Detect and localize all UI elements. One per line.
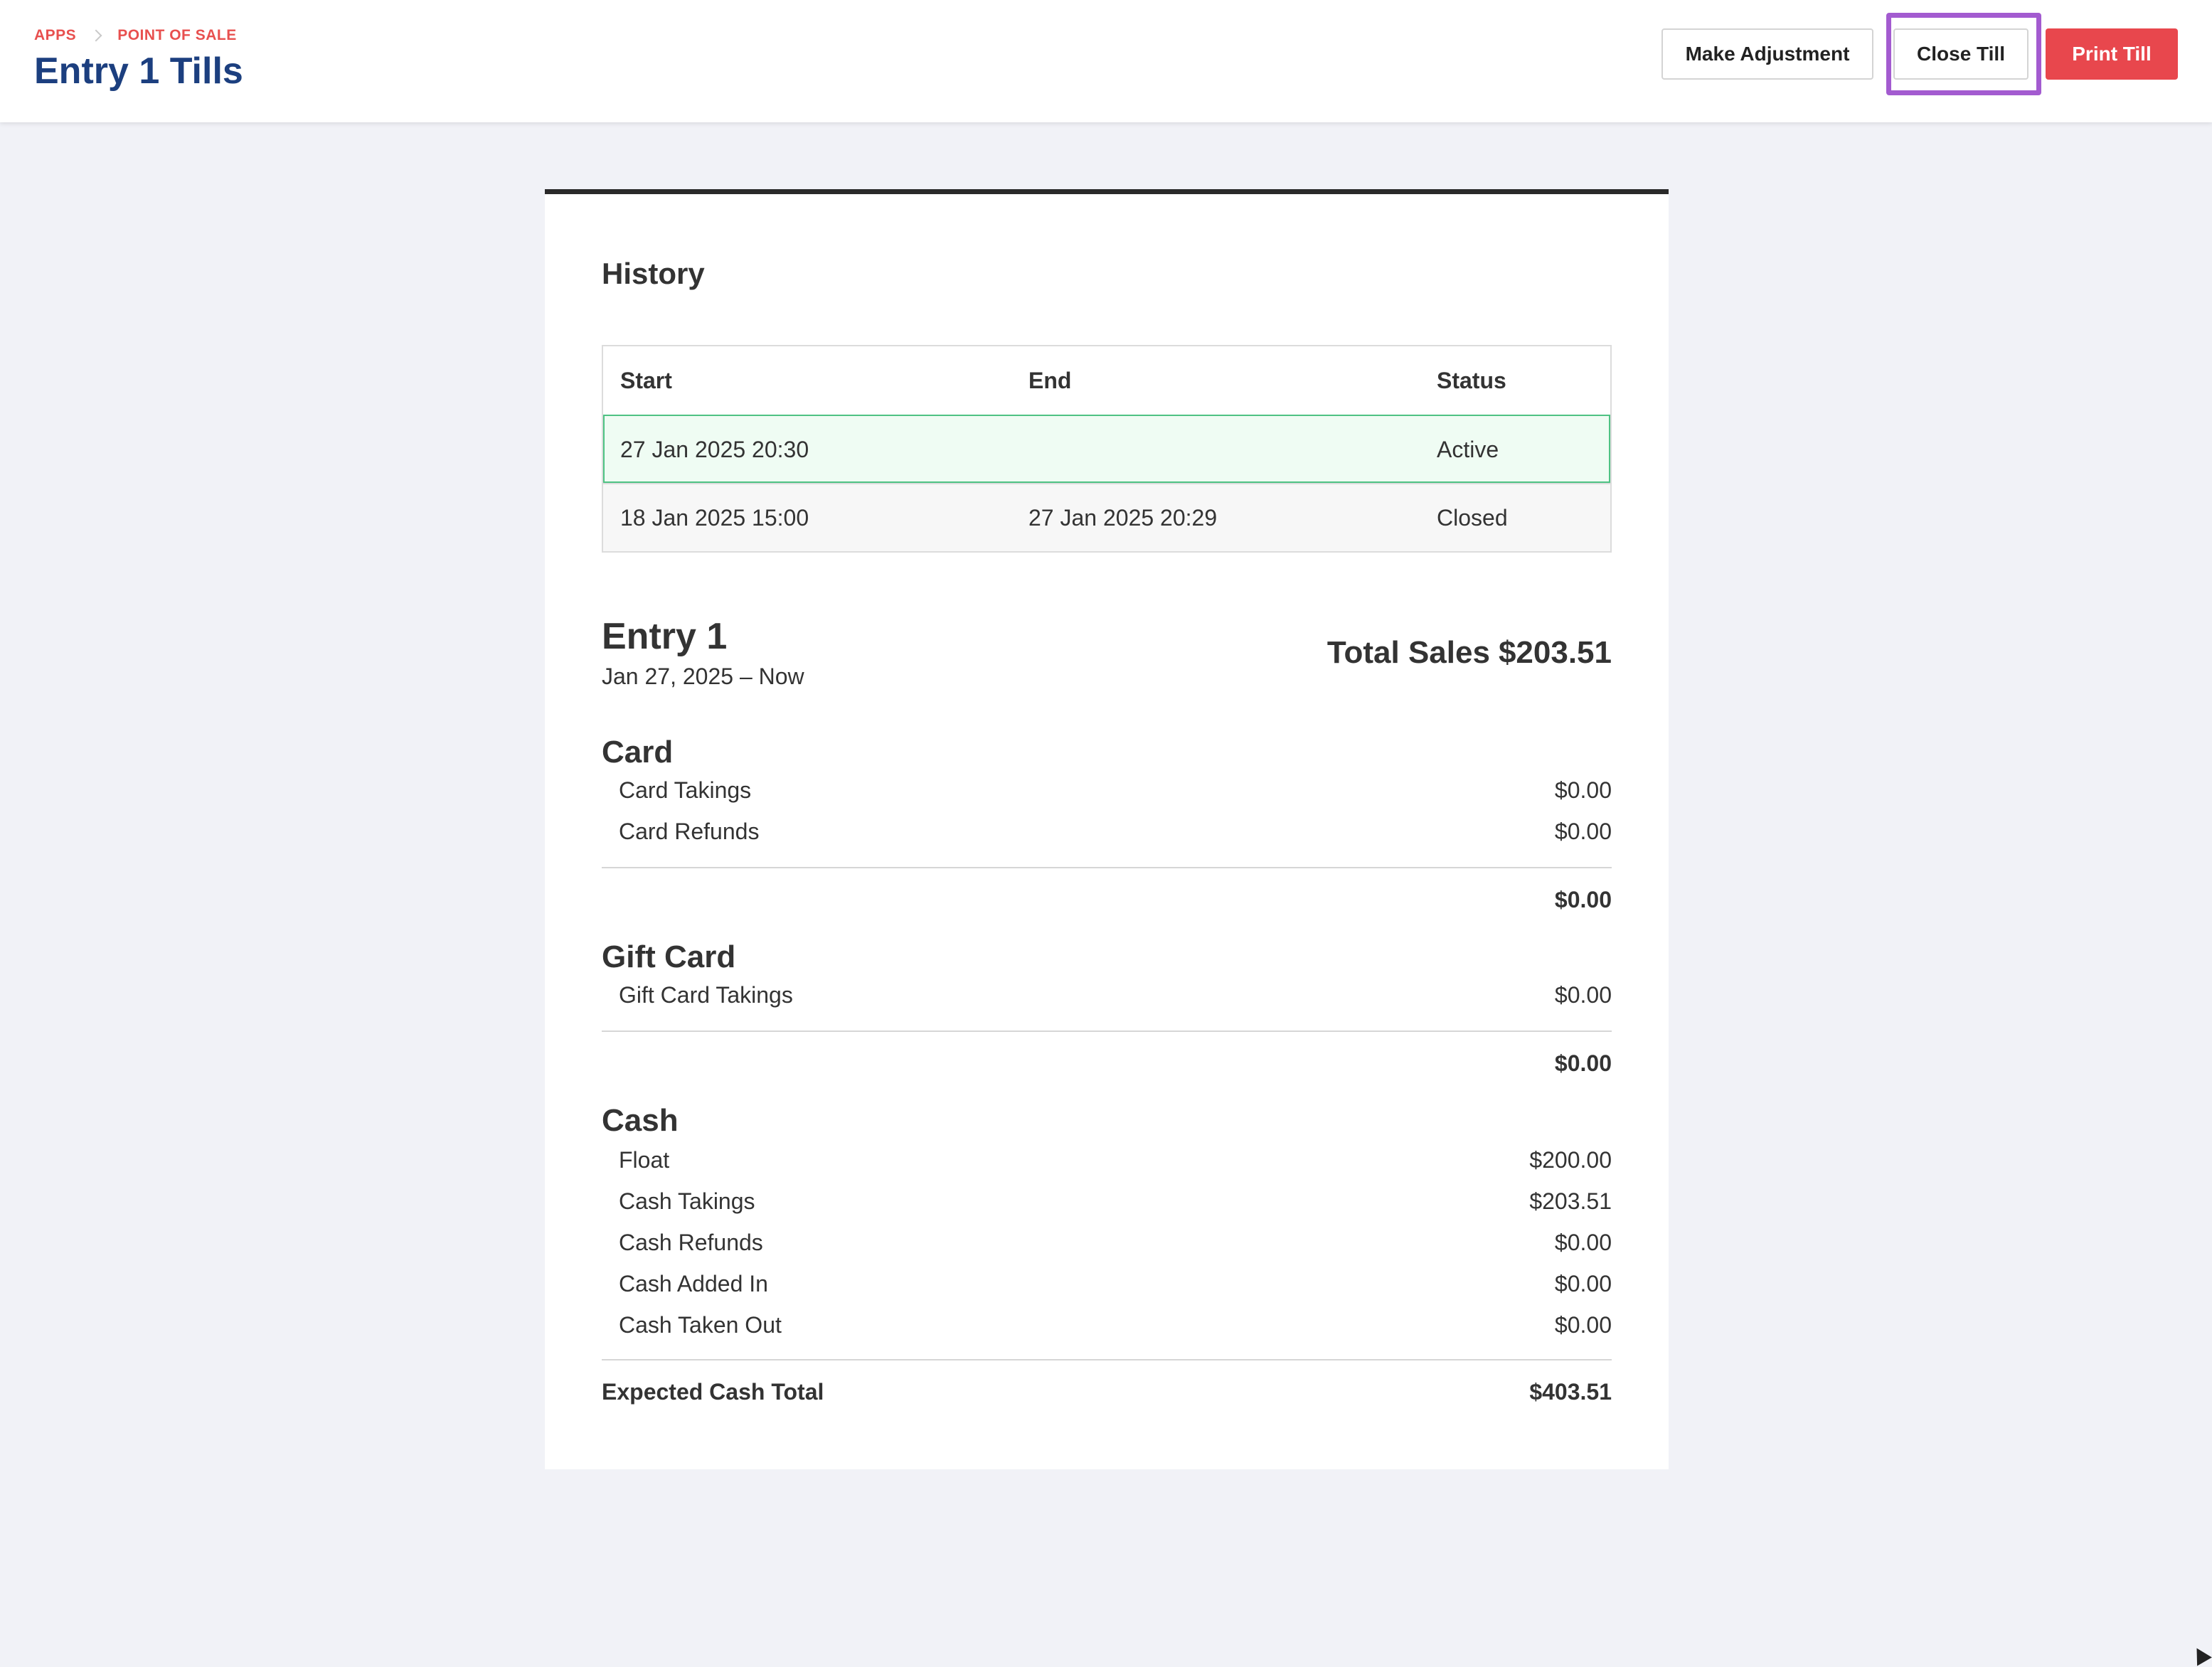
line-item-label: Card Refunds bbox=[619, 819, 760, 844]
mouse-cursor-icon bbox=[2189, 1644, 2212, 1666]
cell-start: 27 Jan 2025 20:30 bbox=[620, 436, 809, 462]
divider bbox=[602, 1030, 1612, 1032]
make-adjustment-button[interactable]: Make Adjustment bbox=[1661, 28, 1873, 80]
card-section-title: Card bbox=[602, 735, 674, 769]
line-item-label: Float bbox=[619, 1147, 670, 1173]
cell-start: 18 Jan 2025 15:00 bbox=[620, 504, 809, 531]
line-item-value: $0.00 bbox=[1554, 1271, 1612, 1296]
close-till-button[interactable]: Close Till bbox=[1893, 28, 2028, 80]
line-item: Card Refunds $0.00 bbox=[619, 819, 1612, 845]
column-header-end: End bbox=[1028, 367, 1072, 393]
column-header-start: Start bbox=[620, 367, 672, 393]
expected-cash-total-label: Expected Cash Total bbox=[602, 1379, 824, 1405]
line-item-label: Cash Taken Out bbox=[619, 1312, 782, 1338]
history-table: Start End Status 27 Jan 2025 20:30 Activ… bbox=[602, 345, 1612, 553]
line-item: Cash Takings $203.51 bbox=[619, 1188, 1612, 1215]
print-till-button[interactable]: Print Till bbox=[2046, 28, 2178, 80]
line-item-label: Card Takings bbox=[619, 777, 752, 803]
entry-title: Entry 1 bbox=[602, 616, 728, 657]
history-title: History bbox=[602, 257, 705, 290]
column-header-status: Status bbox=[1437, 367, 1506, 393]
line-item-value: $0.00 bbox=[1554, 982, 1612, 1008]
line-item-label: Gift Card Takings bbox=[619, 982, 793, 1008]
cell-status: Active bbox=[1437, 436, 1499, 462]
table-header-row: Start End Status bbox=[603, 346, 1610, 415]
gift-card-subtotal: $0.00 bbox=[1554, 1050, 1612, 1076]
expected-cash-total-value: $403.51 bbox=[1529, 1379, 1612, 1405]
line-item-value: $0.00 bbox=[1554, 777, 1612, 803]
page-title: Entry 1 Tills bbox=[34, 50, 243, 92]
top-header: APPS POINT OF SALE Entry 1 Tills Make Ad… bbox=[0, 0, 2212, 122]
breadcrumb-point-of-sale[interactable]: POINT OF SALE bbox=[117, 27, 237, 44]
gift-card-section-title: Gift Card bbox=[602, 939, 736, 974]
card-subtotal: $0.00 bbox=[1554, 887, 1612, 912]
divider bbox=[602, 1359, 1612, 1360]
breadcrumb-apps[interactable]: APPS bbox=[34, 27, 76, 44]
cell-status: Closed bbox=[1437, 504, 1508, 531]
line-item-value: $0.00 bbox=[1554, 1230, 1612, 1255]
line-item: Card Takings $0.00 bbox=[619, 777, 1612, 804]
line-item: Cash Refunds $0.00 bbox=[619, 1230, 1612, 1256]
total-sales: Total Sales $203.51 bbox=[1327, 635, 1612, 671]
total-sales-value: $203.51 bbox=[1498, 635, 1612, 670]
line-item-label: Cash Refunds bbox=[619, 1230, 763, 1255]
expected-cash-total: Expected Cash Total $403.51 bbox=[602, 1379, 1612, 1405]
divider bbox=[602, 867, 1612, 868]
entry-date-range: Jan 27, 2025 – Now bbox=[602, 664, 804, 689]
line-item-label: Cash Takings bbox=[619, 1188, 755, 1214]
chevron-right-icon bbox=[90, 29, 102, 42]
line-item-value: $0.00 bbox=[1554, 819, 1612, 844]
line-item: Cash Taken Out $0.00 bbox=[619, 1312, 1612, 1338]
line-item-value: $0.00 bbox=[1554, 1312, 1612, 1338]
table-row[interactable]: 18 Jan 2025 15:00 27 Jan 2025 20:29 Clos… bbox=[603, 483, 1610, 551]
line-item: Gift Card Takings $0.00 bbox=[619, 982, 1612, 1008]
till-panel: History Start End Status 27 Jan 2025 20:… bbox=[545, 189, 1669, 1469]
cell-end: 27 Jan 2025 20:29 bbox=[1028, 504, 1218, 531]
table-row[interactable]: 27 Jan 2025 20:30 Active bbox=[603, 415, 1610, 483]
line-item: Float $200.00 bbox=[619, 1147, 1612, 1173]
line-item: Cash Added In $0.00 bbox=[619, 1271, 1612, 1297]
line-item-label: Cash Added In bbox=[619, 1271, 768, 1296]
line-item-value: $203.51 bbox=[1529, 1188, 1612, 1214]
breadcrumb: APPS POINT OF SALE bbox=[34, 27, 237, 44]
total-sales-label: Total Sales bbox=[1326, 635, 1490, 670]
line-item-value: $200.00 bbox=[1529, 1147, 1612, 1173]
cash-section-title: Cash bbox=[602, 1103, 679, 1138]
